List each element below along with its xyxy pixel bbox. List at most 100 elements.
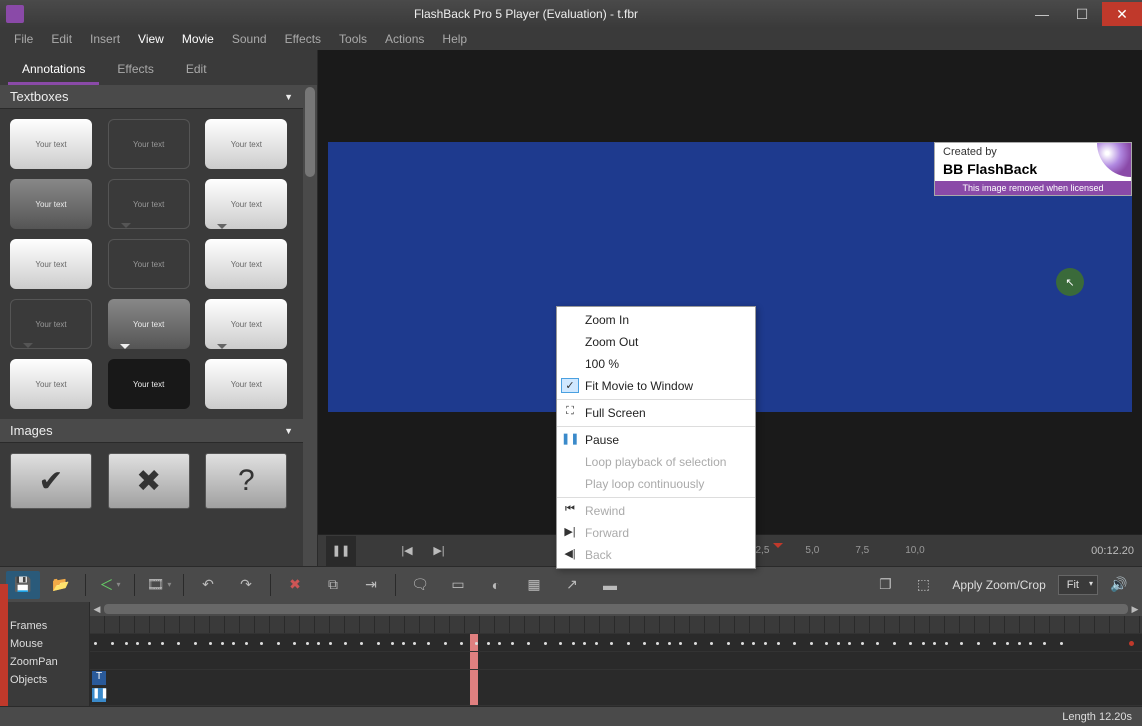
context-menu-item[interactable]: Zoom Out bbox=[557, 331, 755, 353]
undo-button[interactable]: ↶ bbox=[191, 571, 225, 599]
textbox-style[interactable]: Your text bbox=[10, 359, 92, 409]
time-total: 00:12.20 bbox=[1091, 545, 1134, 557]
playhead-marker-icon[interactable] bbox=[773, 543, 783, 553]
scroll-right-icon[interactable]: ▶ bbox=[1128, 602, 1142, 616]
tab-edit[interactable]: Edit bbox=[172, 56, 221, 85]
chevron-down-icon: ▼ bbox=[284, 92, 293, 102]
textbox-style[interactable]: Your text bbox=[108, 299, 190, 349]
textbox-style[interactable]: Your text bbox=[205, 119, 287, 169]
share-button[interactable]: ＜ bbox=[93, 571, 127, 599]
textbox-style[interactable]: Your text bbox=[10, 239, 92, 289]
volume-button[interactable]: 🔊 bbox=[1102, 571, 1136, 599]
textbox-style[interactable]: Your text bbox=[205, 299, 287, 349]
menu-bar: File Edit Insert View Movie Sound Effect… bbox=[0, 28, 1142, 50]
sidebar-scrollbar[interactable] bbox=[303, 85, 317, 566]
cursor-indicator: ↖ bbox=[1056, 268, 1084, 296]
tab-annotations[interactable]: Annotations bbox=[8, 56, 99, 85]
menu-view[interactable]: View bbox=[130, 30, 172, 48]
redo-button[interactable]: ↷ bbox=[229, 571, 263, 599]
chevron-down-icon: ▼ bbox=[284, 426, 293, 436]
timeline-left-edge bbox=[0, 584, 8, 706]
menu-effects[interactable]: Effects bbox=[277, 30, 329, 48]
context-menu: Zoom InZoom Out100 %✓Fit Movie to Window… bbox=[556, 306, 756, 569]
textbox-style[interactable]: Your text bbox=[205, 179, 287, 229]
time-ruler[interactable]: 0s 2,5 5,0 7,5 10,0 bbox=[709, 545, 1081, 556]
menu-movie[interactable]: Movie bbox=[174, 30, 222, 48]
timeline-scrollbar[interactable]: ◀ ▶ bbox=[90, 602, 1142, 616]
context-menu-item[interactable]: 100 % bbox=[557, 353, 755, 375]
images-gallery: ✔ ✖ ? bbox=[0, 443, 303, 519]
export-button[interactable]: 🎞 bbox=[142, 571, 176, 599]
menu-help[interactable]: Help bbox=[434, 30, 475, 48]
open-button[interactable]: 📂 bbox=[44, 571, 78, 599]
textbox-style[interactable]: Your text bbox=[10, 299, 92, 349]
track-label-zoompan[interactable]: ZoomPan bbox=[10, 656, 89, 674]
menu-sound[interactable]: Sound bbox=[224, 30, 275, 48]
context-menu-item[interactable]: ✓Fit Movie to Window bbox=[557, 375, 755, 397]
textbox-tool-button[interactable]: 🗨 bbox=[403, 571, 437, 599]
annotation-tool-button[interactable]: ▭ bbox=[441, 571, 475, 599]
minimize-button[interactable]: — bbox=[1022, 2, 1062, 26]
context-menu-item: ⏮Rewind bbox=[557, 500, 755, 522]
context-menu-item: Loop playback of selection bbox=[557, 451, 755, 473]
save-button[interactable]: 💾 bbox=[6, 571, 40, 599]
textbox-style[interactable]: Your text bbox=[205, 239, 287, 289]
apply-zoom-crop-button[interactable]: Apply Zoom/Crop bbox=[944, 578, 1053, 592]
textbox-style[interactable]: Your text bbox=[205, 359, 287, 409]
panel-textboxes-header[interactable]: Textboxes▼ bbox=[0, 85, 303, 109]
context-menu-item: ◀|Back bbox=[557, 544, 755, 566]
multi-window-button[interactable]: ❐ bbox=[868, 571, 902, 599]
image-check-icon[interactable]: ✔ bbox=[10, 453, 92, 509]
textbox-style[interactable]: Your text bbox=[108, 179, 190, 229]
button-tool-button[interactable]: ▬ bbox=[593, 571, 627, 599]
track-label-objects[interactable]: Objects bbox=[10, 674, 89, 692]
image-question-icon[interactable]: ? bbox=[205, 453, 287, 509]
arrow-tool-button[interactable]: ↗ bbox=[555, 571, 589, 599]
object-textbox-icon[interactable]: T bbox=[92, 671, 106, 685]
next-frame-button[interactable]: ▶| bbox=[428, 540, 450, 562]
marker-icon bbox=[1129, 641, 1134, 646]
object-pause-icon[interactable]: ❚❚ bbox=[92, 688, 106, 702]
panel-images-header[interactable]: Images▼ bbox=[0, 419, 303, 443]
textbox-style[interactable]: Your text bbox=[108, 359, 190, 409]
menu-file[interactable]: File bbox=[6, 30, 41, 48]
insert-button[interactable]: ⇥ bbox=[354, 571, 388, 599]
highlight-tool-button[interactable]: ◐ bbox=[479, 571, 513, 599]
textbox-gallery: Your text Your text Your text Your text … bbox=[0, 109, 303, 419]
status-length: Length 12.20s bbox=[1062, 711, 1132, 723]
app-icon bbox=[6, 5, 24, 23]
close-button[interactable]: ✕ bbox=[1102, 2, 1142, 26]
delete-button[interactable]: ✖ bbox=[278, 571, 312, 599]
track-frames[interactable] bbox=[90, 616, 1142, 634]
image-cross-icon[interactable]: ✖ bbox=[108, 453, 190, 509]
menu-edit[interactable]: Edit bbox=[43, 30, 80, 48]
track-objects[interactable]: T ❚❚ bbox=[90, 670, 1142, 706]
watermark: Created by BB FlashBack This image remov… bbox=[934, 142, 1132, 196]
crop-view-button[interactable]: ⬚ bbox=[906, 571, 940, 599]
tab-effects[interactable]: Effects bbox=[103, 56, 167, 85]
sidebar: Annotations Effects Edit Textboxes▼ Your… bbox=[0, 50, 318, 566]
main-toolbar: 💾 📂 ＜ 🎞 ↶ ↷ ✖ ⧉ ⇥ 🗨 ▭ ◐ ▦ ↗ ▬ ❐ ⬚ Apply … bbox=[0, 566, 1142, 602]
menu-actions[interactable]: Actions bbox=[377, 30, 432, 48]
menu-insert[interactable]: Insert bbox=[82, 30, 128, 48]
menu-tools[interactable]: Tools bbox=[331, 30, 375, 48]
crop-button[interactable]: ⧉ bbox=[316, 571, 350, 599]
zoom-fit-select[interactable]: Fit bbox=[1058, 575, 1098, 595]
track-zoompan[interactable] bbox=[90, 652, 1142, 670]
track-label-frames[interactable]: Frames bbox=[10, 620, 89, 638]
textbox-style[interactable]: Your text bbox=[108, 119, 190, 169]
context-menu-item[interactable]: ❚❚Pause bbox=[557, 429, 755, 451]
textbox-style[interactable]: Your text bbox=[108, 239, 190, 289]
context-menu-item[interactable]: Zoom In bbox=[557, 309, 755, 331]
track-label-mouse[interactable]: Mouse bbox=[10, 638, 89, 656]
window-title: FlashBack Pro 5 Player (Evaluation) - t.… bbox=[30, 7, 1022, 21]
prev-frame-button[interactable]: |◀ bbox=[396, 540, 418, 562]
maximize-button[interactable]: ☐ bbox=[1062, 2, 1102, 26]
textbox-style[interactable]: Your text bbox=[10, 179, 92, 229]
context-menu-item[interactable]: ⛶Full Screen bbox=[557, 402, 755, 424]
pause-button[interactable]: ❚❚ bbox=[326, 536, 356, 566]
scroll-left-icon[interactable]: ◀ bbox=[90, 602, 104, 616]
textbox-style[interactable]: Your text bbox=[10, 119, 92, 169]
blur-tool-button[interactable]: ▦ bbox=[517, 571, 551, 599]
track-mouse[interactable] bbox=[90, 634, 1142, 652]
